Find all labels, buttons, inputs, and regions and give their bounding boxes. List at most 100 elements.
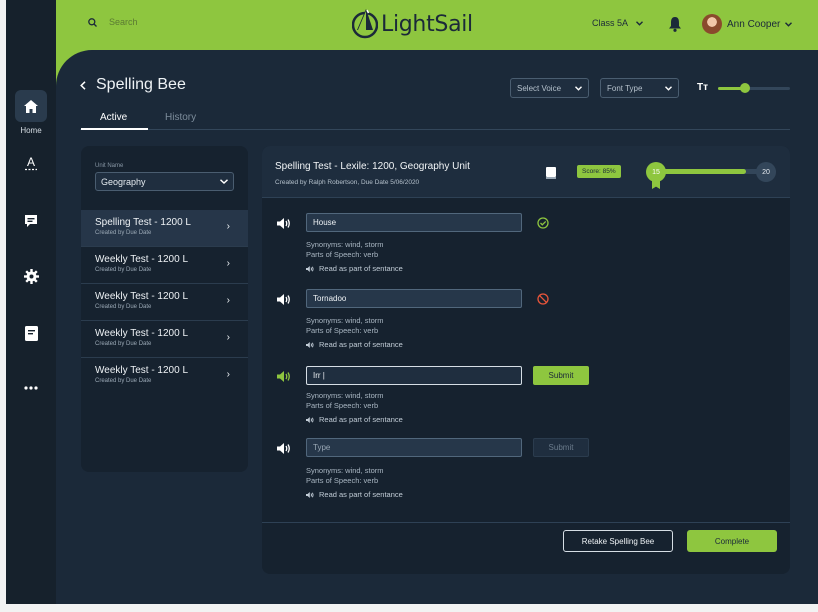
speaker-small-icon	[306, 265, 314, 272]
speaker-small-icon	[306, 341, 314, 348]
class-select-value: Class 5A	[592, 18, 629, 28]
chevron-right-icon: ›	[226, 258, 230, 269]
avatar	[702, 14, 722, 34]
parts-of-speech-text: Parts of Speech: verb	[306, 250, 379, 259]
speaker-icon[interactable]	[277, 443, 291, 454]
submit-button-disabled[interactable]: Submit	[533, 438, 589, 457]
rail-home-label: Home	[20, 126, 42, 135]
user-name: Ann Cooper	[727, 18, 781, 30]
list-item[interactable]: Weekly Test - 1200 L Created by Due Date…	[81, 321, 248, 358]
test-list-panel: Unit Name Geography Spelling Test - 1200…	[81, 146, 248, 472]
prohibited-icon	[537, 293, 549, 305]
unit-select-value: Geography	[101, 176, 146, 187]
word-input[interactable]	[306, 366, 522, 385]
retake-button[interactable]: Retake Spelling Bee	[563, 530, 673, 552]
notebook-icon[interactable]	[6, 326, 56, 341]
parts-of-speech-text: Parts of Speech: verb	[306, 401, 379, 410]
search-placeholder[interactable]: Search	[109, 17, 138, 27]
test-subtitle: Created by Due Date	[95, 267, 152, 273]
sail-icon	[352, 9, 378, 39]
read-sentence-link[interactable]: Read as part of sentance	[306, 490, 403, 499]
list-item[interactable]: Weekly Test - 1200 L Created by Due Date…	[81, 284, 248, 321]
test-header: Spelling Test - Lexile: 1200, Geography …	[262, 146, 790, 198]
font-type-select[interactable]: Font Type	[600, 78, 679, 98]
list-item[interactable]: Spelling Test - 1200 L Created by Due Da…	[81, 210, 248, 247]
test-subtitle: Created by Due Date	[95, 304, 152, 310]
word-input[interactable]	[306, 438, 522, 457]
synonyms-text: Synonyms: wind, storm	[306, 316, 384, 325]
more-icon[interactable]	[6, 386, 56, 390]
test-subtitle: Created by Due Date	[95, 378, 152, 384]
top-bar: Search LightSail Class 5A Ann Cooper	[56, 0, 818, 50]
test-list: Spelling Test - 1200 L Created by Due Da…	[81, 210, 248, 395]
read-sentence-link[interactable]: Read as part of sentance	[306, 415, 403, 424]
tab-history[interactable]: History	[165, 112, 196, 123]
chat-icon[interactable]	[6, 214, 56, 228]
progress-current: 15	[646, 162, 666, 182]
word-input[interactable]	[306, 213, 522, 232]
page-header: Spelling Bee	[80, 76, 186, 94]
left-rail: Home A	[6, 0, 56, 604]
submit-button[interactable]: Submit	[533, 366, 589, 385]
parts-of-speech-text: Parts of Speech: verb	[306, 326, 379, 335]
tab-active[interactable]: Active	[80, 112, 149, 130]
chevron-down-icon	[575, 85, 582, 91]
speaker-active-icon[interactable]	[277, 371, 291, 382]
read-sentence-link[interactable]: Read as part of sentance	[306, 264, 403, 273]
read-sentence-link[interactable]: Read as part of sentance	[306, 340, 403, 349]
panel-footer-divider	[262, 522, 790, 523]
speaker-icon[interactable]	[277, 218, 291, 229]
test-subtitle: Created by Due Date	[95, 341, 152, 347]
word-item: Synonyms: wind, storm Parts of Speech: v…	[262, 213, 790, 283]
read-sentence-label: Read as part of sentance	[319, 490, 403, 499]
rail-home[interactable]: Home	[6, 90, 56, 135]
chevron-right-icon: ›	[226, 221, 230, 232]
synonyms-text: Synonyms: wind, storm	[306, 391, 384, 400]
read-sentence-label: Read as part of sentance	[319, 340, 403, 349]
chevron-down-icon	[665, 85, 672, 91]
spelling-test-panel: Spelling Test - Lexile: 1200, Geography …	[262, 146, 790, 574]
svg-text:A: A	[27, 155, 35, 169]
text-size-icon: Tт	[697, 82, 709, 93]
gear-icon[interactable]	[6, 269, 56, 284]
synonyms-text: Synonyms: wind, storm	[306, 240, 384, 249]
book-icon[interactable]	[546, 166, 556, 184]
search-bar[interactable]: Search	[88, 17, 138, 27]
chevron-right-icon: ›	[226, 295, 230, 306]
voice-select-value: Select Voice	[517, 83, 562, 93]
logo-text: LightSail	[381, 11, 473, 37]
chevron-down-icon	[636, 20, 644, 26]
font-type-value: Font Type	[607, 83, 643, 93]
test-title: Spelling Test - 1200 L	[95, 217, 191, 228]
lightsail-logo: LightSail	[352, 8, 473, 40]
list-item[interactable]: Weekly Test - 1200 L Created by Due Date…	[81, 247, 248, 284]
home-icon[interactable]	[15, 90, 47, 122]
page-title: Spelling Bee	[96, 76, 186, 93]
spelling-icon[interactable]: A	[6, 155, 56, 171]
text-size-slider[interactable]	[718, 83, 790, 93]
list-item[interactable]: Weekly Test - 1200 L Created by Due Date…	[81, 358, 248, 395]
check-circle-icon	[537, 217, 549, 229]
progress-total: 20	[756, 162, 776, 182]
chevron-right-icon: ›	[226, 369, 230, 380]
complete-button[interactable]: Complete	[687, 530, 777, 552]
speaker-icon[interactable]	[277, 294, 291, 305]
word-item: Synonyms: wind, storm Parts of Speech: v…	[262, 289, 790, 359]
word-item: Submit Synonyms: wind, storm Parts of Sp…	[262, 438, 790, 508]
user-menu[interactable]: Ann Cooper	[702, 14, 793, 34]
parts-of-speech-text: Parts of Speech: verb	[306, 476, 379, 485]
test-title: Weekly Test - 1200 L	[95, 365, 189, 376]
unit-select[interactable]: Geography	[95, 172, 234, 191]
unit-name-label: Unit Name	[95, 163, 124, 169]
class-select[interactable]: Class 5A	[592, 18, 644, 28]
test-title: Weekly Test - 1200 L	[95, 254, 189, 265]
bell-icon[interactable]	[668, 16, 682, 37]
voice-select[interactable]: Select Voice	[510, 78, 589, 98]
test-subtitle: Created by Ralph Robertson, Due Date 5/0…	[275, 179, 420, 186]
back-chevron-icon[interactable]	[80, 80, 86, 90]
word-input[interactable]	[306, 289, 522, 308]
tab-bar: Active History	[80, 110, 790, 130]
chevron-down-icon	[785, 21, 793, 27]
read-sentence-label: Read as part of sentance	[319, 264, 403, 273]
chevron-right-icon: ›	[226, 332, 230, 343]
